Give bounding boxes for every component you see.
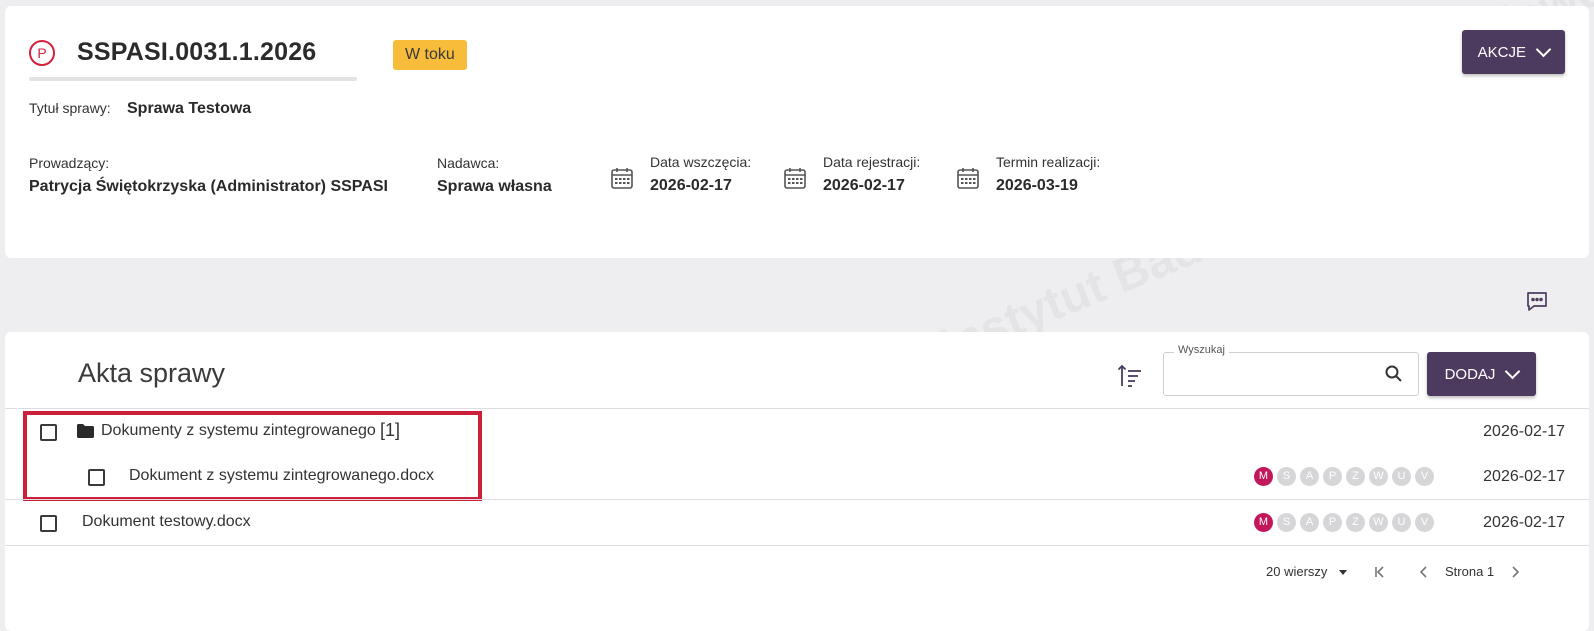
rows-per-page-value: 20 wierszy <box>1266 564 1328 579</box>
status-letter: P <box>1323 467 1342 486</box>
calendar-icon <box>611 168 633 189</box>
status-letter: S <box>1277 513 1296 532</box>
previous-page-icon[interactable] <box>1417 565 1431 579</box>
deadline-value: 2026-03-19 <box>996 177 1078 194</box>
case-header-card: P SSPASI.0031.1.2026 W toku AKCJE Tytuł … <box>5 6 1589 258</box>
sender-value: Sprawa własna <box>437 178 552 195</box>
folder-date: 2026-02-17 <box>1483 423 1565 440</box>
start-date-block: Data wszczęcia: 2026-02-17 <box>610 154 751 195</box>
status-letter: V <box>1415 513 1434 532</box>
start-date-label: Data wszczęcia: <box>650 154 752 170</box>
case-number: SSPASI.0031.1.2026 <box>77 38 317 66</box>
next-page-icon[interactable] <box>1508 565 1522 579</box>
files-title: Akta sprawy <box>78 358 226 388</box>
add-button-label: DODAJ <box>1444 365 1496 383</box>
chat-icon[interactable] <box>1525 289 1549 313</box>
search-label: Wyszukaj <box>1174 344 1229 356</box>
add-button[interactable]: DODAJ <box>1427 352 1536 396</box>
title-underline <box>29 77 357 81</box>
status-letter: A <box>1300 467 1319 486</box>
divider <box>5 545 1589 546</box>
first-page-icon[interactable] <box>1373 565 1387 579</box>
registration-date-block: Data rejestracji: 2026-02-17 <box>783 154 920 195</box>
sort-icon[interactable] <box>1116 362 1144 390</box>
actions-button[interactable]: AKCJE <box>1461 30 1565 74</box>
document-date: 2026-02-17 <box>1483 468 1565 485</box>
owner-value: Patrycja Świętokrzyska (Administrator) S… <box>29 178 388 195</box>
caret-down-icon <box>1339 570 1348 576</box>
case-title-label: Tytuł sprawy: <box>29 100 111 116</box>
status-letter: W <box>1369 467 1388 486</box>
status-letter: Z <box>1346 513 1365 532</box>
registration-date-label: Data rejestracji: <box>823 154 921 170</box>
rows-per-page-select[interactable]: 20 wierszy <box>1266 564 1348 579</box>
case-title-row: P SSPASI.0031.1.2026 <box>29 38 316 67</box>
page-indicator: Strona 1 <box>1445 564 1495 579</box>
status-letter: M <box>1254 513 1273 532</box>
case-files-card: Akta sprawy Wyszukaj DODAJ Dokumenty z s… <box>5 332 1589 631</box>
document-status-letters: M S A P Z W U V <box>1254 467 1434 486</box>
document-status-letters: M S A P Z W U V <box>1254 513 1434 532</box>
start-date-value: 2026-02-17 <box>650 177 732 194</box>
status-letter: U <box>1392 467 1411 486</box>
status-badge: W toku <box>393 40 467 70</box>
status-letter: Z <box>1346 467 1365 486</box>
search-icon[interactable] <box>1384 364 1404 384</box>
status-letter: M <box>1254 467 1273 486</box>
status-letter: W <box>1369 513 1388 532</box>
sender-label: Nadawca: <box>437 155 500 171</box>
status-letter: S <box>1277 467 1296 486</box>
document-name[interactable]: Dokument testowy.docx <box>82 513 251 531</box>
chevron-down-icon <box>1535 41 1552 58</box>
status-letter: U <box>1392 513 1411 532</box>
chevron-down-icon <box>1505 363 1521 380</box>
owner-label: Prowadzący: <box>29 155 110 171</box>
deadline-label: Termin realizacji: <box>996 154 1101 170</box>
calendar-icon <box>957 168 979 189</box>
status-letter: P <box>1323 513 1342 532</box>
divider <box>5 499 1589 500</box>
case-title-value: Sprawa Testowa <box>127 100 252 117</box>
case-type-icon: P <box>29 39 55 66</box>
calendar-icon <box>784 168 806 189</box>
document-date: 2026-02-17 <box>1483 514 1565 531</box>
divider <box>5 408 1589 409</box>
highlight-frame <box>23 411 482 501</box>
search-input[interactable]: Wyszukaj <box>1163 344 1419 396</box>
document-checkbox[interactable] <box>40 515 57 532</box>
status-letter: A <box>1300 513 1319 532</box>
deadline-block: Termin realizacji: 2026-03-19 <box>956 154 1100 195</box>
registration-date-value: 2026-02-17 <box>823 177 905 194</box>
actions-button-label: AKCJE <box>1477 43 1526 61</box>
status-letter: V <box>1415 467 1434 486</box>
